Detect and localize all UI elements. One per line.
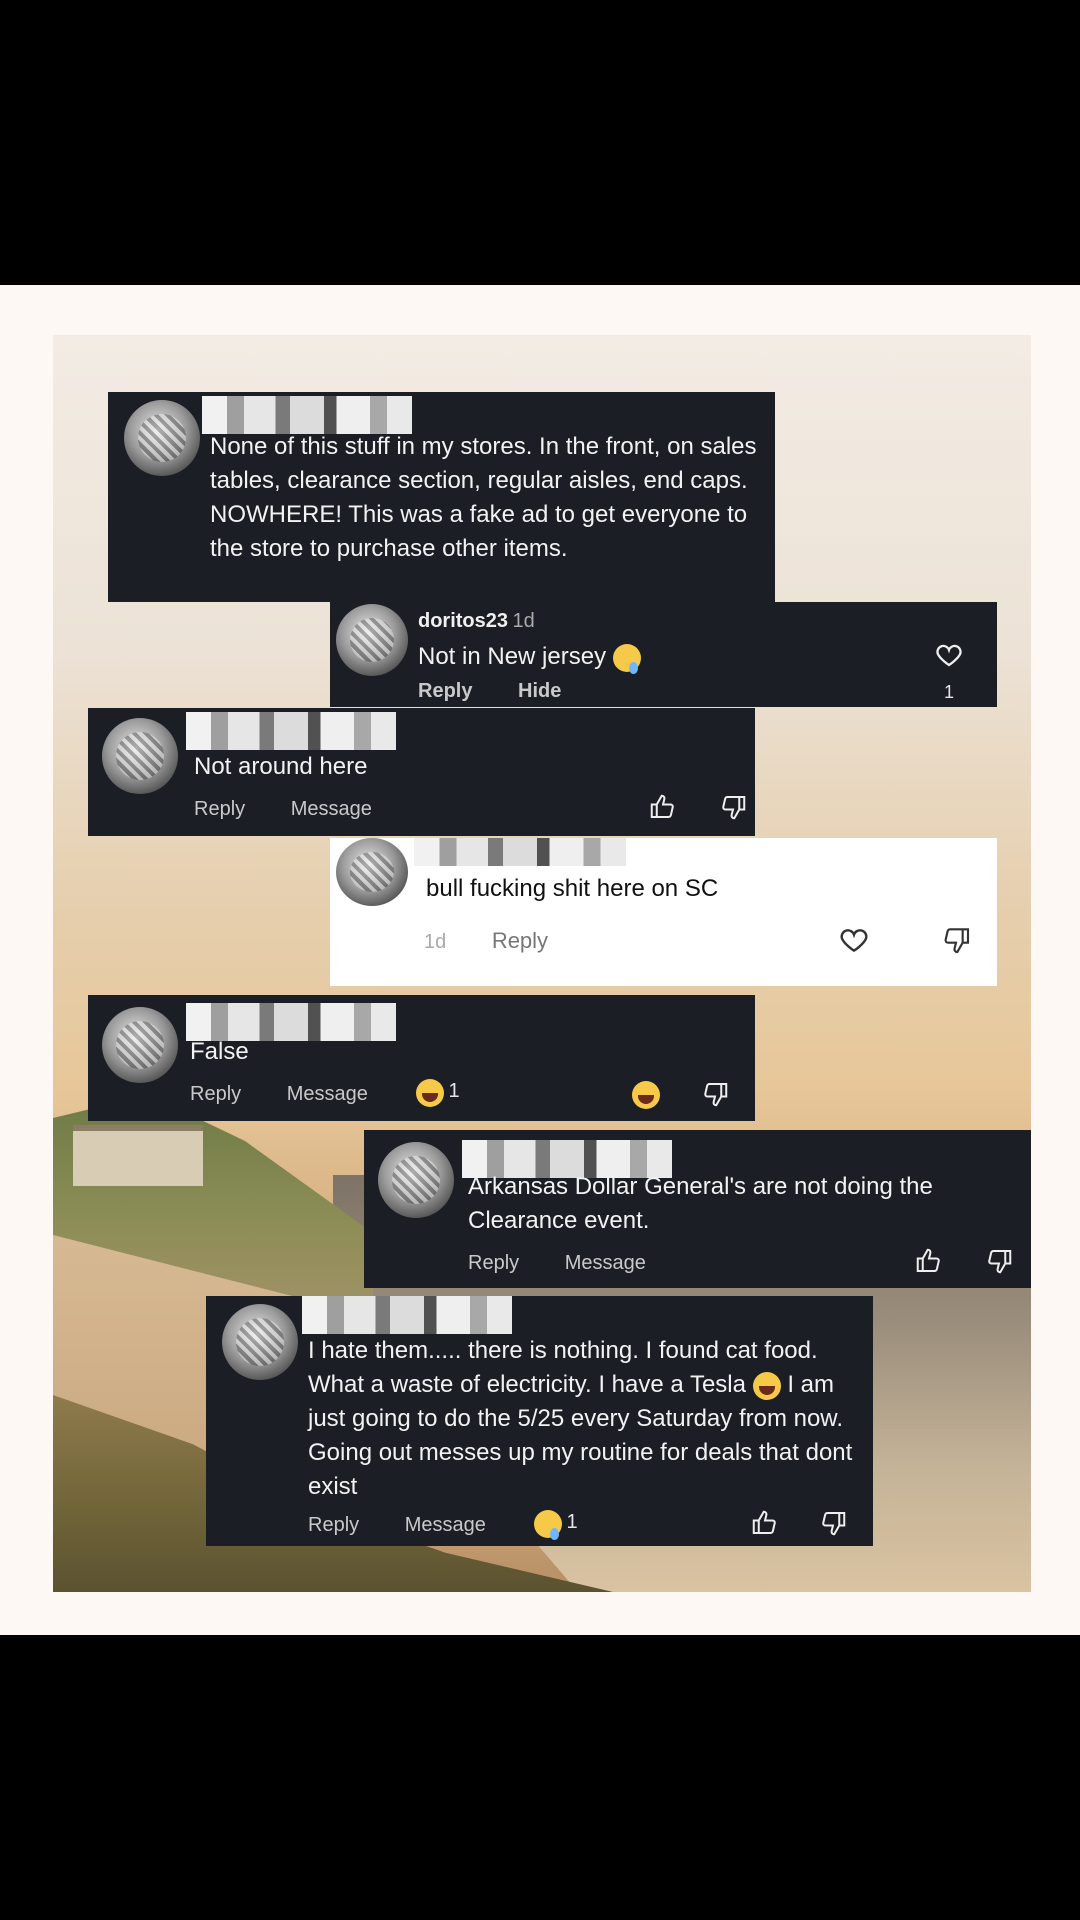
comment-card-2: doritos23 1d Not in New jersey Reply Hid… — [330, 602, 997, 707]
message-button[interactable]: Message — [565, 1252, 646, 1274]
blurred-username — [186, 712, 396, 750]
avatar — [102, 718, 178, 794]
comment-text: Arkansas Dollar General's are not doing … — [468, 1173, 933, 1234]
avatar — [222, 1304, 298, 1380]
thumbs-down-icon[interactable] — [818, 1508, 848, 1538]
blurred-username — [302, 1296, 512, 1334]
laughing-emoji-icon — [416, 1079, 444, 1107]
comment-card-1: None of this stuff in my stores. In the … — [108, 392, 775, 602]
like-count: 1 — [944, 682, 955, 702]
sweat-smile-emoji-icon — [752, 1371, 781, 1400]
avatar — [378, 1142, 454, 1218]
comment-text: None of this stuff in my stores. In the … — [210, 433, 757, 562]
avatar — [336, 838, 408, 906]
comment-card-7: I hate them..... there is nothing. I fou… — [206, 1296, 873, 1546]
reply-button[interactable]: Reply — [194, 798, 245, 820]
thumbs-up-icon[interactable] — [914, 1246, 944, 1276]
comment-text-block: I hate them..... there is nothing. I fou… — [308, 1334, 863, 1504]
comment-actions: Reply Message — [194, 798, 412, 821]
timestamp: 1d — [512, 610, 535, 632]
comment-actions: Reply Message — [308, 1514, 526, 1537]
thumbs-down-icon[interactable] — [984, 1246, 1014, 1276]
thumbs-down-icon[interactable] — [718, 792, 748, 822]
avatar — [124, 400, 200, 476]
avatar — [336, 604, 408, 676]
hide-button[interactable]: Hide — [518, 680, 561, 702]
reply-button[interactable]: Reply — [190, 1083, 241, 1105]
comment-actions: Reply Hide — [418, 680, 601, 703]
username[interactable]: doritos23 — [418, 610, 508, 632]
comment-actions: Reply Message — [190, 1083, 408, 1106]
thumbs-up-icon[interactable] — [750, 1508, 780, 1538]
crying-emoji-icon — [534, 1510, 562, 1540]
thumbs-down-icon[interactable] — [700, 1079, 730, 1109]
timestamp: 1d — [424, 931, 447, 953]
comment-text: False — [190, 1038, 249, 1065]
message-button[interactable]: Message — [291, 798, 372, 820]
message-button[interactable]: Message — [287, 1083, 368, 1105]
crying-emoji-icon — [612, 643, 641, 674]
heart-icon[interactable] — [934, 640, 964, 670]
comment-card-5: False Reply Message 1 — [88, 995, 755, 1121]
thumbs-down-icon[interactable] — [940, 924, 972, 956]
blurred-username — [414, 838, 626, 866]
reply-button[interactable]: Reply — [468, 1252, 519, 1274]
comment-actions: 1d Reply — [424, 928, 588, 954]
thumbs-up-icon[interactable] — [648, 792, 678, 822]
comment-card-6: Arkansas Dollar General's are not doing … — [364, 1130, 1031, 1288]
laughing-emoji-icon[interactable] — [632, 1081, 660, 1109]
reply-button[interactable]: Reply — [492, 928, 548, 953]
blurred-username — [202, 396, 412, 434]
reaction-summary[interactable]: 1 — [416, 1079, 460, 1107]
comment-card-3: Not around here Reply Message — [88, 708, 755, 836]
comment-text-row: Not in New jersey — [418, 640, 641, 674]
comment-actions: Reply Message — [468, 1252, 686, 1275]
reply-button[interactable]: Reply — [308, 1514, 359, 1536]
reaction-count: 1 — [566, 1511, 578, 1534]
heart-icon[interactable] — [838, 924, 870, 956]
avatar — [102, 1007, 178, 1083]
house — [73, 1125, 203, 1186]
comment-text: Not in New jersey — [418, 643, 607, 670]
comment-card-4: bull fucking shit here on SC 1d Reply — [330, 838, 997, 986]
reaction-summary[interactable]: 1 — [534, 1510, 578, 1540]
comment-text: bull fucking shit here on SC — [426, 875, 719, 902]
comment-text-part-1: I hate them..... there is nothing. I fou… — [308, 1337, 818, 1398]
message-button[interactable]: Message — [405, 1514, 486, 1536]
comment-text: Not around here — [194, 753, 368, 780]
reaction-count: 1 — [448, 1080, 460, 1103]
reply-button[interactable]: Reply — [418, 680, 472, 702]
